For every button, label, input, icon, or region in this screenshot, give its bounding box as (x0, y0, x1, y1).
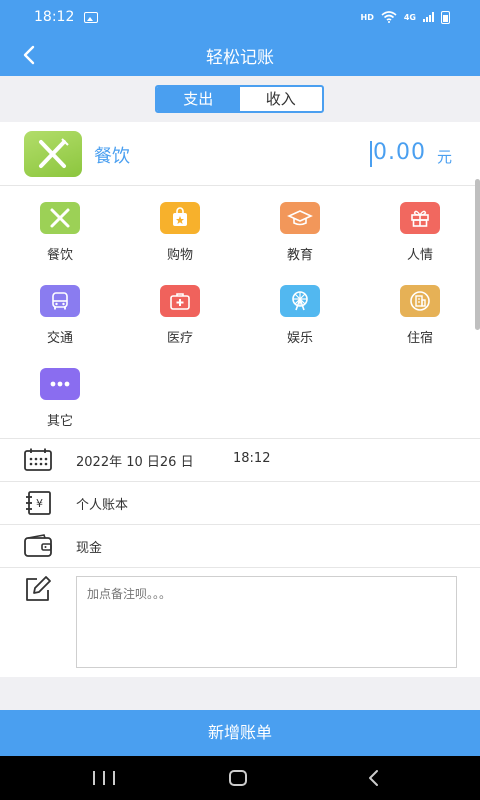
medical-kit-icon (160, 285, 200, 317)
building-icon (400, 285, 440, 317)
payment-account-text: 现金 (76, 541, 103, 556)
category-item-transport[interactable]: 交通 (30, 285, 90, 346)
tab-income[interactable]: 收入 (240, 87, 323, 111)
graduation-cap-icon (280, 202, 320, 234)
date-text: 2022年 10 日26 日 (76, 455, 194, 470)
calendar-icon (24, 448, 52, 471)
home-icon[interactable] (229, 770, 247, 786)
wifi-icon (381, 11, 397, 23)
account-book-row[interactable]: ¥ 个人账本 (0, 481, 480, 524)
page-title: 轻松记账 (206, 48, 274, 68)
category-item-education[interactable]: 教育 (270, 202, 330, 263)
category-label: 娱乐 (286, 331, 313, 346)
currency-unit: 元 (437, 148, 453, 166)
category-label: 教育 (286, 248, 313, 263)
type-toggle-area: 支出 收入 (0, 76, 480, 122)
category-label: 交通 (46, 331, 73, 346)
gift-icon (400, 202, 440, 234)
note-input[interactable] (76, 576, 457, 668)
wallet-icon (24, 534, 52, 557)
fork-knife-icon (39, 138, 69, 168)
system-nav-bar (0, 756, 480, 800)
system-back-icon[interactable] (366, 769, 382, 787)
category-item-lodging[interactable]: 住宿 (390, 285, 450, 346)
category-item-dining[interactable]: 餐饮 (30, 202, 90, 263)
fork-knife-icon (40, 202, 80, 234)
image-notification-icon (84, 11, 99, 23)
recent-apps-icon[interactable] (93, 771, 115, 785)
more-dots-icon (40, 368, 80, 400)
selected-category-name: 餐饮 (94, 146, 130, 167)
ledger-book-icon: ¥ (26, 491, 51, 515)
edit-note-icon (26, 576, 51, 601)
svg-text:¥: ¥ (36, 497, 43, 510)
note-row (0, 567, 480, 677)
ferris-wheel-icon (280, 285, 320, 317)
category-label: 住宿 (406, 331, 433, 346)
tab-expense[interactable]: 支出 (157, 87, 240, 111)
shopping-bag-icon (160, 202, 200, 234)
category-grid: 餐饮 购物 教育 人情 交通 医疗 娱乐 住宿 其它 (0, 187, 480, 437)
spacer (0, 677, 480, 710)
category-item-entertainment[interactable]: 娱乐 (270, 285, 330, 346)
text-cursor (370, 141, 372, 167)
category-label: 其它 (46, 414, 73, 429)
category-label: 人情 (406, 248, 433, 263)
hd-label: HD (360, 12, 374, 22)
amount-input[interactable]: 0.00 (373, 140, 426, 165)
category-item-shopping[interactable]: 购物 (150, 202, 210, 263)
signal-icon (423, 12, 434, 22)
payment-account-row[interactable]: 现金 (0, 524, 480, 567)
nav-bar: 轻松记账 (0, 34, 480, 76)
battery-icon (441, 10, 450, 24)
add-bill-button[interactable]: 新增账单 (0, 710, 480, 756)
status-time: 18:12 (34, 9, 75, 25)
status-bar: 18:12 HD 4G (0, 0, 480, 34)
time-text: 18:12 (233, 451, 271, 466)
category-label: 医疗 (166, 331, 193, 346)
date-row[interactable]: 2022年 10 日26 日 18:12 (0, 438, 480, 481)
account-book-text: 个人账本 (76, 498, 129, 513)
type-segmented-control: 支出 收入 (155, 85, 324, 113)
bus-icon (40, 285, 80, 317)
category-item-other[interactable]: 其它 (30, 368, 90, 429)
category-label: 购物 (166, 248, 193, 263)
amount-row: 餐饮 0.00 元 (0, 122, 480, 186)
category-item-gifts[interactable]: 人情 (390, 202, 450, 263)
selected-category-icon (24, 131, 82, 177)
category-label: 餐饮 (46, 248, 73, 263)
category-item-medical[interactable]: 医疗 (150, 285, 210, 346)
network-label: 4G (403, 12, 416, 22)
scrollbar[interactable] (475, 179, 480, 330)
status-indicators: HD 4G (360, 10, 450, 24)
